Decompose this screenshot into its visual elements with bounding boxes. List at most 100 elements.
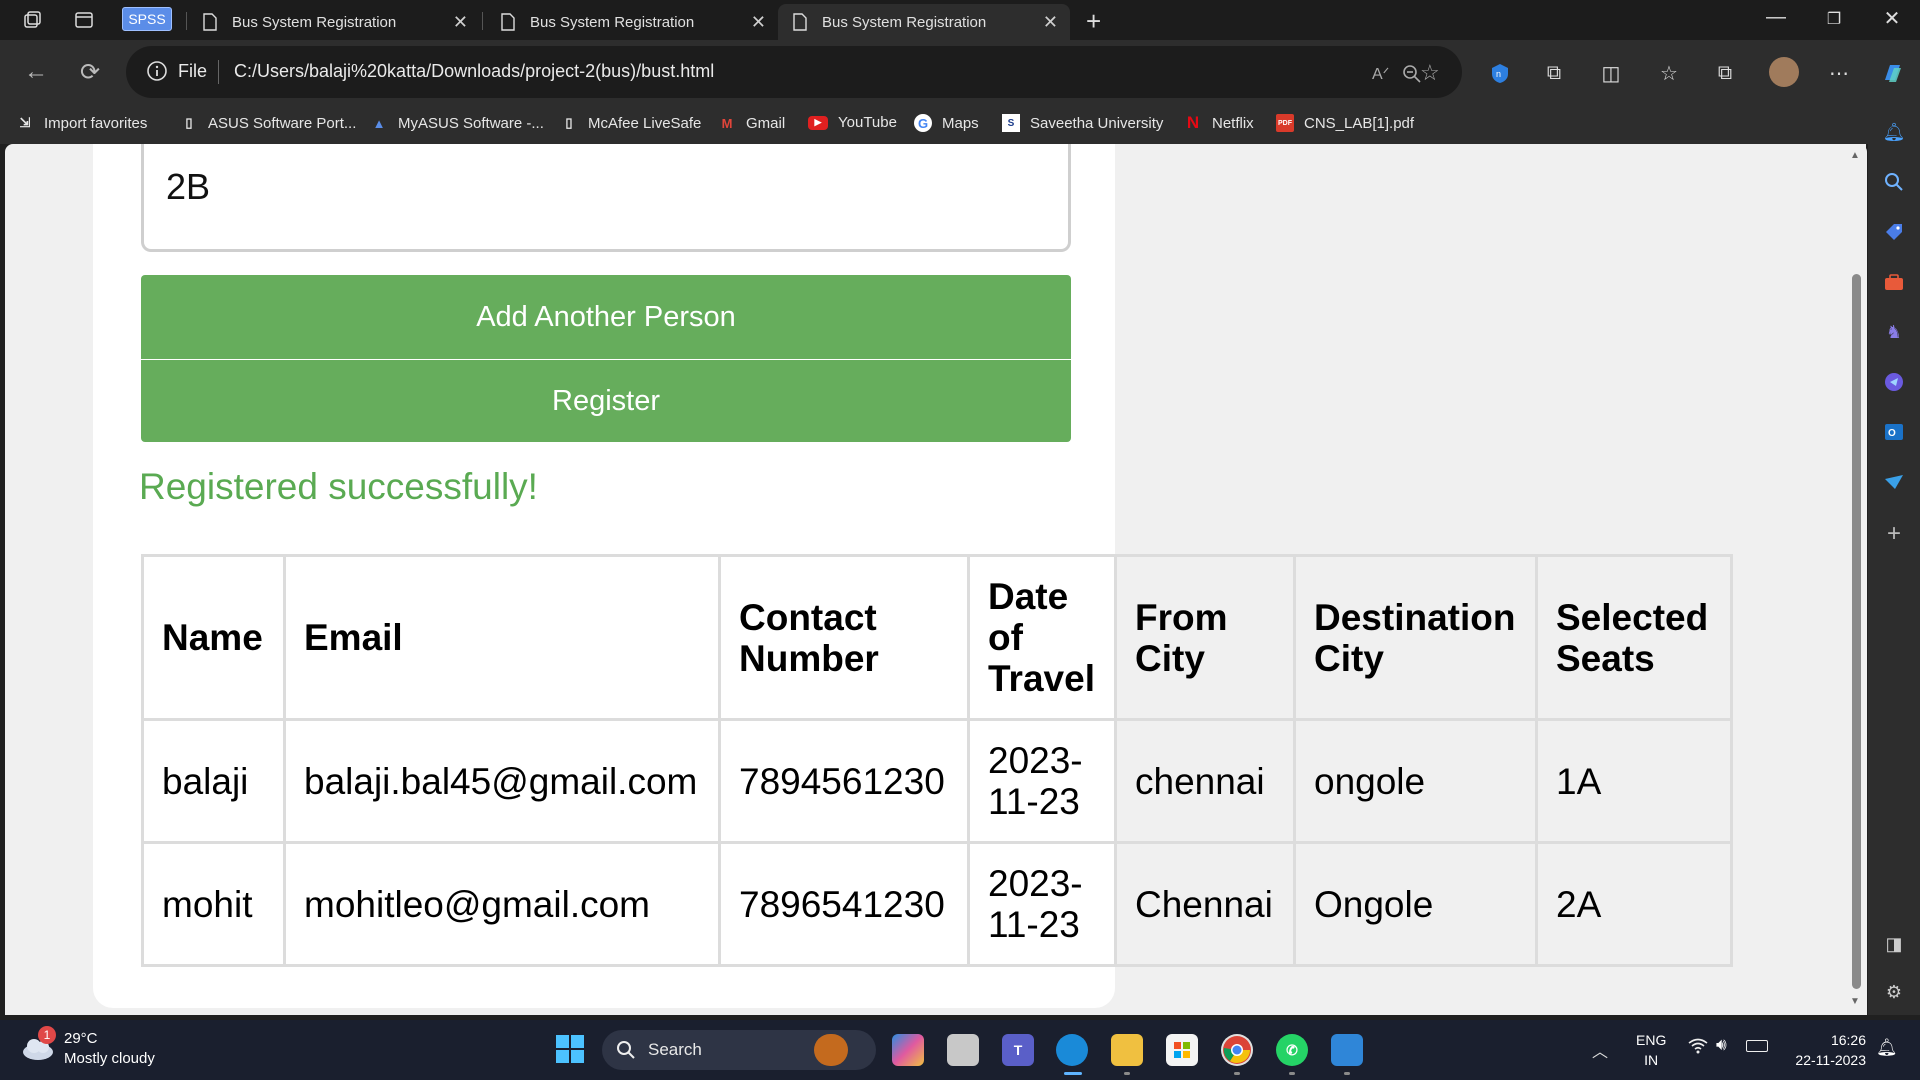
tab-2[interactable]: Bus System Registration ✕: [486, 4, 778, 40]
new-tab-button[interactable]: +: [1086, 6, 1101, 37]
tab-3-active[interactable]: Bus System Registration ✕: [778, 4, 1070, 40]
tab-title: Bus System Registration: [822, 13, 987, 31]
favorite-saveetha[interactable]: S Saveetha University: [1002, 114, 1163, 132]
copilot-sidebar-icon[interactable]: [1880, 368, 1908, 396]
close-tab-icon[interactable]: ✕: [1043, 12, 1058, 33]
task-view-icon[interactable]: [947, 1034, 979, 1066]
url-text[interactable]: C:/Users/balaji%20katta/Downloads/projec…: [234, 61, 714, 82]
register-button[interactable]: Register: [141, 360, 1071, 442]
tools-briefcase-icon[interactable]: [1880, 268, 1908, 296]
tab-1[interactable]: Bus System Registration ✕: [188, 4, 480, 40]
notification-bell-icon[interactable]: 🔔︎: [1876, 1038, 1898, 1058]
restore-button[interactable]: ❐: [1814, 9, 1854, 29]
info-icon[interactable]: [146, 60, 168, 82]
hide-sidebar-icon[interactable]: ◨: [1880, 930, 1908, 958]
extensions-puzzle-icon[interactable]: ⧉: [1541, 60, 1567, 86]
show-hidden-icons-chevron-icon[interactable]: ︿: [1592, 1038, 1608, 1062]
favorite-myasus[interactable]: ▲ MyASUS Software -...: [370, 114, 544, 132]
pdf-icon: PDF: [1276, 114, 1294, 132]
favorite-asus-software[interactable]: ▯ ASUS Software Port...: [180, 114, 356, 132]
favorite-star-icon[interactable]: ☆: [1420, 60, 1440, 86]
search-highlight-icon: [814, 1034, 848, 1066]
close-tab-icon[interactable]: ✕: [751, 12, 766, 33]
search-icon[interactable]: [1880, 168, 1908, 196]
battery-icon[interactable]: [1746, 1040, 1768, 1052]
whatsapp-icon[interactable]: ✆: [1276, 1034, 1308, 1066]
cell-contact: 7896541230: [718, 841, 970, 967]
add-another-person-button[interactable]: Add Another Person: [141, 275, 1071, 359]
close-window-button[interactable]: ✕: [1872, 6, 1912, 31]
page-icon: ▯: [565, 115, 573, 130]
taskbar-search-label: Search: [648, 1040, 702, 1059]
copilot-preview-icon[interactable]: [892, 1034, 924, 1066]
favorite-gmail[interactable]: M Gmail: [718, 114, 786, 132]
close-tab-icon[interactable]: ✕: [453, 12, 468, 33]
address-bar[interactable]: File C:/Users/balaji%20katta/Downloads/p…: [126, 46, 1462, 98]
notepad-icon[interactable]: [1331, 1034, 1363, 1066]
clock[interactable]: 16:26 22-11-2023: [1786, 1030, 1866, 1070]
scroll-down-arrow-icon[interactable]: ▼: [1850, 996, 1860, 1007]
refresh-icon[interactable]: ⟳: [76, 58, 104, 86]
import-icon: ⇲: [19, 115, 31, 130]
cell-date: 2023-11-23: [967, 718, 1117, 844]
file-scheme-label: File: [178, 61, 208, 81]
profile-avatar[interactable]: [1769, 57, 1799, 87]
taskbar-search-box[interactable]: Search: [602, 1030, 876, 1070]
microsoft-store-icon[interactable]: [1166, 1034, 1198, 1066]
vertical-scrollbar[interactable]: ▲ ▼: [1846, 144, 1866, 1015]
wifi-icon[interactable]: [1688, 1038, 1708, 1059]
svg-text:n: n: [1496, 69, 1501, 79]
scrollbar-thumb[interactable]: [1852, 274, 1861, 989]
teams-icon[interactable]: T: [1002, 1034, 1034, 1066]
split-screen-icon[interactable]: ◫: [1598, 60, 1624, 86]
copilot-icon[interactable]: [1880, 60, 1906, 86]
spss-tab-group[interactable]: SPSS: [122, 7, 172, 31]
workspaces-icon[interactable]: [20, 8, 44, 32]
cell-destination-city: ongole: [1293, 718, 1538, 844]
favorites-list-icon[interactable]: ☆: [1656, 60, 1682, 86]
favorite-youtube[interactable]: ▶ YouTube: [808, 114, 897, 131]
tab-actions-icon[interactable]: [72, 8, 96, 32]
zoom-icon[interactable]: [1402, 64, 1422, 89]
youtube-icon: ▶: [808, 115, 828, 130]
seat-input-value: 2B: [166, 166, 211, 207]
cell-name: balaji: [141, 718, 286, 844]
cell-email: balaji.bal45@gmail.com: [283, 718, 721, 844]
favorite-netflix[interactable]: N Netflix: [1184, 113, 1254, 132]
drop-send-icon[interactable]: [1880, 468, 1908, 496]
favorite-maps[interactable]: G Maps: [914, 114, 979, 132]
svg-text:O: O: [1888, 428, 1896, 439]
page-icon: ▯: [185, 115, 193, 130]
netflix-icon: N: [1186, 113, 1200, 132]
chrome-icon[interactable]: [1221, 1034, 1253, 1066]
windows-taskbar: 1 29°C Mostly cloudy Search T ✆ ︿ ENG IN…: [0, 1020, 1920, 1080]
sidebar-settings-gear-icon[interactable]: ⚙: [1880, 978, 1908, 1006]
games-chess-icon[interactable]: ♞: [1880, 318, 1908, 346]
table-header-row: Name Email Contact Number Date of Travel…: [141, 554, 1733, 721]
windows-start-icon[interactable]: [554, 1033, 586, 1065]
minimize-button[interactable]: —: [1756, 6, 1796, 29]
favorite-cns-lab-pdf[interactable]: PDF CNS_LAB[1].pdf: [1276, 114, 1414, 132]
seat-input[interactable]: 2B: [141, 144, 1071, 252]
outlook-icon[interactable]: O: [1880, 418, 1908, 446]
scroll-up-arrow-icon[interactable]: ▲: [1850, 150, 1860, 161]
cell-seats: 2A: [1535, 841, 1733, 967]
file-explorer-icon[interactable]: [1111, 1034, 1143, 1066]
import-favorites-link[interactable]: ⇲ Import favorites: [16, 114, 148, 132]
input-language[interactable]: ENG IN: [1636, 1030, 1666, 1070]
edge-browser-icon[interactable]: [1056, 1034, 1088, 1066]
gmail-icon: M: [721, 115, 733, 131]
more-options-icon[interactable]: ⋯: [1826, 60, 1852, 86]
weather-temperature: 29°C: [64, 1030, 98, 1047]
back-arrow-icon[interactable]: ←: [22, 58, 50, 86]
add-sidebar-app-icon[interactable]: +: [1880, 520, 1908, 548]
notifications-bell-icon[interactable]: 🔔︎: [1880, 118, 1908, 146]
page-icon: [501, 13, 515, 31]
collections-icon[interactable]: ⧉: [1712, 60, 1738, 86]
shopping-tag-icon[interactable]: [1880, 218, 1908, 246]
volume-icon[interactable]: 🔊︎: [1716, 1035, 1727, 1055]
read-aloud-icon[interactable]: Aᐟ: [1372, 64, 1389, 84]
favorite-mcafee[interactable]: ▯ McAfee LiveSafe: [560, 114, 701, 132]
header-from-city: From City: [1114, 554, 1296, 721]
extension-shield-icon[interactable]: n: [1487, 60, 1513, 86]
